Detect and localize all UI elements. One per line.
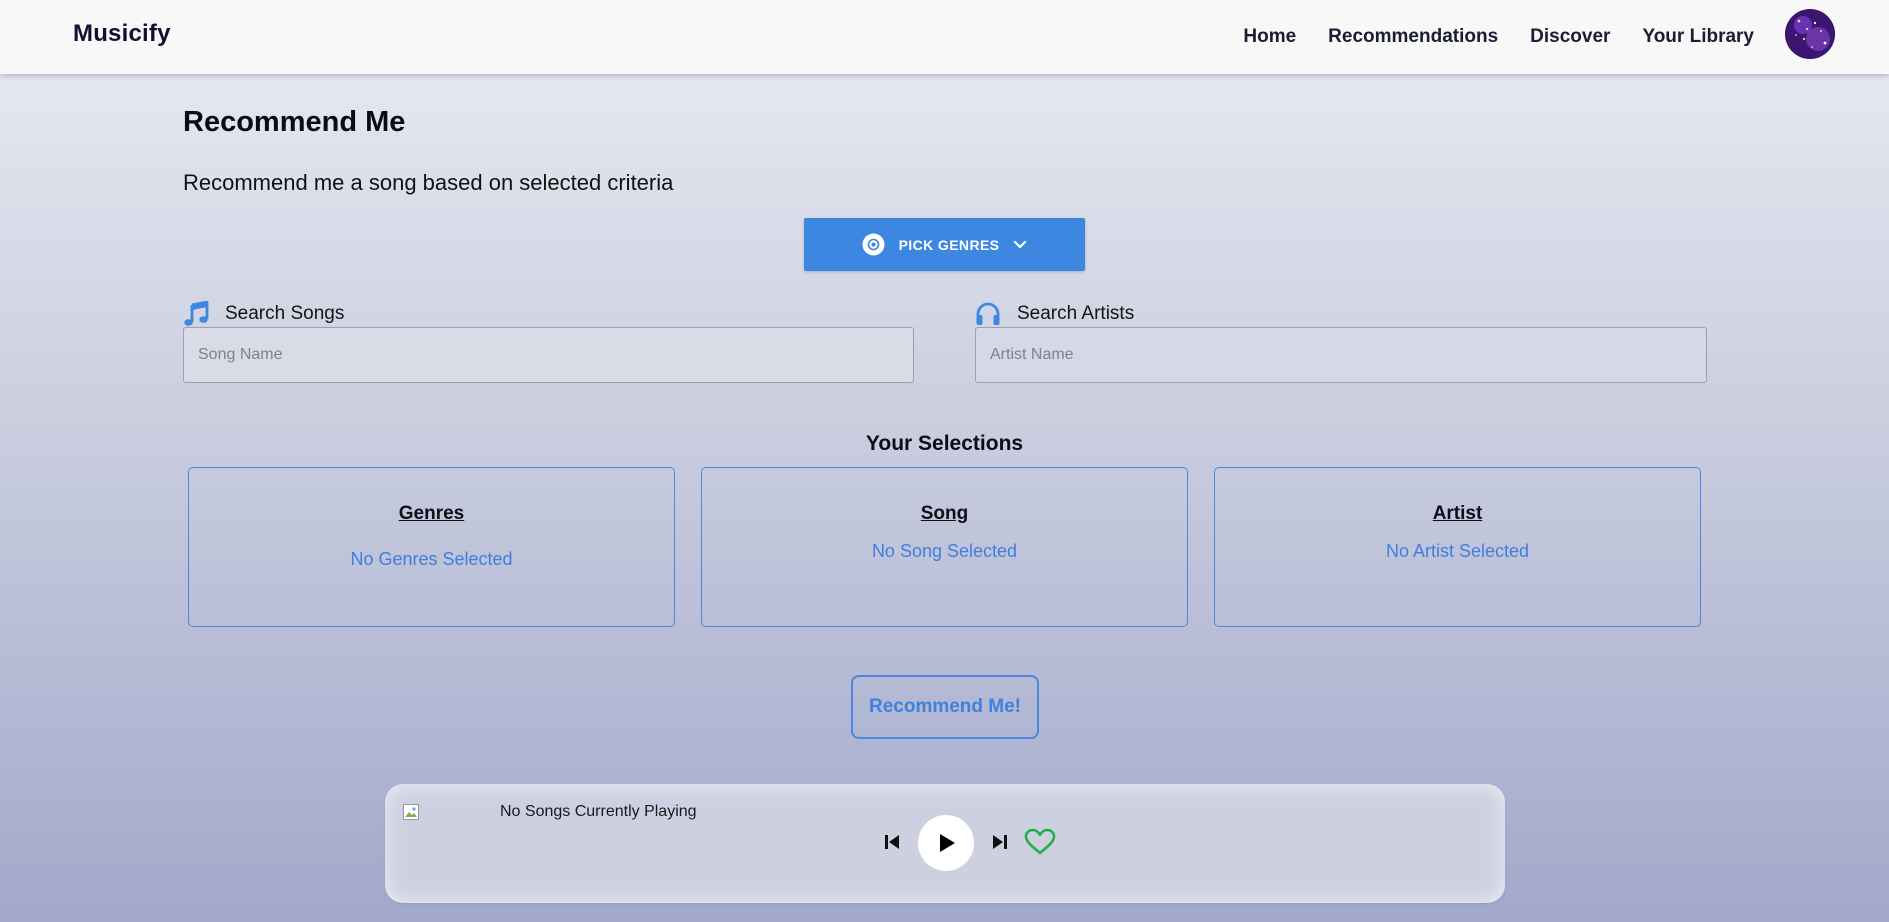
search-songs-label-text: Search Songs	[225, 303, 345, 324]
recommend-me-button[interactable]: Recommend Me!	[851, 675, 1039, 739]
avatar[interactable]	[1785, 9, 1835, 59]
song-search-input[interactable]	[183, 327, 914, 383]
song-selection-card: Song No Song Selected	[701, 467, 1188, 627]
song-empty-text: No Song Selected	[871, 541, 1018, 561]
heart-outline-icon	[1024, 828, 1056, 855]
genres-card-title: Genres	[398, 503, 465, 524]
now-playing-text: No Songs Currently Playing	[500, 803, 697, 820]
music-note-icon	[183, 301, 209, 327]
pick-genres-label: PICK GENRES	[898, 236, 1000, 253]
genres-empty-text: No Genres Selected	[350, 549, 513, 569]
disc-icon	[862, 233, 885, 256]
search-songs-label: Search Songs	[183, 301, 344, 327]
next-track-button[interactable]	[990, 832, 1010, 852]
music-player: No Songs Currently Playing	[385, 784, 1505, 903]
song-card-title: Song	[920, 503, 969, 524]
nav-links: Home Recommendations Discover Your Libra…	[1211, 0, 1754, 74]
page-subtitle: Recommend me a song based on selected cr…	[183, 170, 674, 195]
avatar-image-icon	[1785, 9, 1835, 59]
artist-empty-text: No Artist Selected	[1385, 541, 1530, 561]
previous-track-button[interactable]	[882, 832, 902, 852]
search-artists-label-text: Search Artists	[1017, 303, 1135, 324]
selections-title: Your Selections	[865, 432, 1024, 455]
nav-link-home[interactable]: Home	[1243, 26, 1296, 48]
skip-next-icon	[993, 835, 1007, 849]
broken-image-icon	[403, 804, 419, 820]
nav-link-recommendations[interactable]: Recommendations	[1328, 26, 1498, 48]
chevron-down-icon	[1013, 240, 1027, 250]
brand-logo[interactable]: Musicify	[73, 20, 171, 48]
page-title: Recommend Me	[183, 106, 406, 138]
artist-selection-card: Artist No Artist Selected	[1214, 467, 1701, 627]
pick-genres-button[interactable]: PICK GENRES	[804, 218, 1085, 271]
navbar: Musicify Home Recommendations Discover Y…	[0, 0, 1889, 74]
genres-selection-card: Genres No Genres Selected	[188, 467, 675, 627]
artist-search-input[interactable]	[975, 327, 1707, 383]
nav-link-discover[interactable]: Discover	[1530, 26, 1610, 48]
artist-card-title: Artist	[1432, 503, 1483, 524]
like-button[interactable]	[1024, 827, 1056, 857]
nav-link-your-library[interactable]: Your Library	[1642, 26, 1754, 48]
play-icon	[940, 834, 955, 852]
search-artists-label: Search Artists	[975, 301, 1134, 327]
headphones-icon	[975, 301, 1001, 327]
play-button[interactable]	[918, 815, 974, 871]
skip-previous-icon	[885, 835, 899, 849]
